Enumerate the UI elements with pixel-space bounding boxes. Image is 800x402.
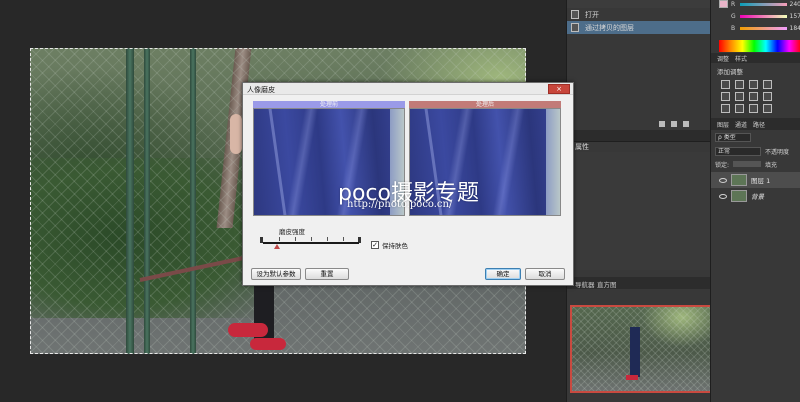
levels-icon[interactable]	[735, 80, 744, 89]
color-layers-panel: R 240 G 157 B 184 调整 样式 添加调整 图层 通道 路径 ρ …	[710, 0, 800, 402]
thumb-fence	[572, 307, 710, 391]
invert-icon[interactable]	[721, 104, 730, 113]
thumb-shoe	[626, 375, 638, 380]
channel-label: B	[731, 24, 736, 32]
fill-label: 填充	[765, 161, 778, 169]
slider-thumb[interactable]	[274, 244, 281, 249]
vibrance-icon[interactable]	[721, 92, 730, 101]
channel-value[interactable]: 184	[790, 25, 800, 32]
tab-histogram[interactable]: 直方图	[597, 279, 617, 289]
dialog-title: 人像磨皮	[247, 86, 275, 94]
preview-after-label: 处理后	[409, 101, 561, 108]
channel-value[interactable]: 157	[790, 13, 800, 20]
set-default-button[interactable]: 设为默认参数	[251, 268, 301, 280]
adjustment-icons-row	[721, 80, 772, 89]
tab-adjustments[interactable]: 调整	[717, 54, 729, 63]
new-snapshot-icon[interactable]	[659, 121, 665, 127]
portrait-smoothing-dialog: 人像磨皮 × 处理前 处理后 poco摄影专题 http://photo.poc…	[242, 82, 574, 286]
blend-mode-select[interactable]: 正常	[715, 146, 761, 156]
dialog-titlebar[interactable]	[243, 83, 573, 95]
slider-tick	[295, 237, 296, 241]
smoothing-strength-label: 磨皮强度	[279, 228, 305, 236]
layers-tabs: 图层 通道 路径	[711, 118, 800, 130]
tab-navigator[interactable]: 导航器	[575, 279, 595, 289]
keep-skin-checkbox[interactable]: ✓	[371, 241, 379, 249]
history-row-partial[interactable]	[567, 0, 711, 8]
channel-bar[interactable]	[739, 26, 787, 30]
channel-label: R	[731, 0, 736, 8]
opacity-label: 不透明度	[765, 148, 790, 156]
history-item-label: 通过拷贝的图层	[585, 23, 634, 32]
layer-kind-filter[interactable]: ρ 类型	[715, 132, 751, 142]
trash-icon[interactable]	[683, 121, 689, 127]
ok-button[interactable]: 确定	[485, 268, 521, 280]
history-item-open[interactable]: 打开	[567, 8, 711, 21]
hue-saturation-icon[interactable]	[735, 92, 744, 101]
black-white-icon[interactable]	[763, 92, 772, 101]
layer-name[interactable]: 图层 1	[751, 175, 770, 185]
posterize-icon[interactable]	[735, 104, 744, 113]
history-properties-panel: 打开 通过拷贝的图层 属性 导航器 直方图	[566, 0, 712, 402]
color-balance-icon[interactable]	[749, 92, 758, 101]
keep-skin-checkbox-row[interactable]: ✓ 保持肤色	[371, 240, 408, 250]
tab-layers[interactable]: 图层	[717, 120, 729, 129]
brightness-icon[interactable]	[721, 80, 730, 89]
properties-body	[567, 152, 711, 270]
blend-opacity-row: 正常 不透明度	[715, 146, 800, 156]
color-slider-g[interactable]: G 157	[731, 12, 800, 20]
slider-tick	[327, 237, 328, 241]
close-button[interactable]: ×	[548, 84, 570, 94]
layer-name[interactable]: 背景	[751, 191, 764, 201]
color-spectrum[interactable]	[719, 40, 800, 52]
watermark-url: http://photo.poco.cn/	[347, 199, 453, 210]
threshold-icon[interactable]	[749, 104, 758, 113]
adjustments-tabs: 调整 样式	[711, 53, 800, 63]
tab-channels[interactable]: 通道	[735, 120, 747, 129]
layer-thumbnail	[731, 174, 747, 186]
foreground-color-swatch[interactable]	[719, 0, 728, 8]
document-icon	[571, 10, 579, 19]
navigator-thumbnail[interactable]	[570, 305, 712, 393]
color-slider-r[interactable]: R 240	[731, 0, 800, 8]
layer-row-layer1[interactable]: 图层 1	[711, 172, 800, 188]
cancel-button[interactable]: 取消	[525, 268, 565, 280]
reset-button[interactable]: 重置	[305, 268, 349, 280]
keep-skin-label: 保持肤色	[382, 242, 408, 250]
color-slider-b[interactable]: B 184	[731, 24, 800, 32]
channel-bar[interactable]	[739, 2, 787, 6]
channel-value[interactable]: 240	[790, 1, 800, 8]
layer-filter-row: ρ 类型	[715, 132, 800, 142]
thumb-person	[630, 327, 640, 377]
lock-fill-row: 锁定: 填充	[715, 159, 800, 169]
lock-icons[interactable]	[733, 161, 762, 167]
adjustment-icons-row	[721, 92, 772, 101]
history-item-copy-layer[interactable]: 通过拷贝的图层	[567, 21, 711, 34]
exposure-icon[interactable]	[763, 80, 772, 89]
new-document-icon[interactable]	[671, 121, 677, 127]
fabric-fold	[268, 109, 287, 215]
visibility-eye-icon[interactable]	[719, 193, 727, 199]
slider-tick	[343, 237, 344, 241]
slider-tick	[311, 237, 312, 241]
document-icon	[571, 23, 579, 32]
layer-thumbnail	[731, 190, 747, 202]
tab-styles[interactable]: 样式	[735, 54, 747, 63]
fabric-edge	[546, 109, 560, 215]
adjustments-title: 添加调整	[717, 68, 743, 76]
adjustment-icons-row	[721, 104, 772, 113]
channel-label: G	[731, 12, 736, 20]
curves-icon[interactable]	[749, 80, 758, 89]
properties-tab[interactable]: 属性	[575, 142, 589, 152]
channel-bar[interactable]	[739, 14, 787, 18]
preview-before-label: 处理前	[253, 101, 405, 108]
properties-header	[567, 130, 711, 142]
gradient-map-icon[interactable]	[763, 104, 772, 113]
lock-label: 锁定:	[715, 161, 730, 169]
history-item-label: 打开	[585, 10, 599, 19]
tab-paths[interactable]: 路径	[753, 120, 765, 129]
slider-tick	[279, 237, 280, 241]
layer-row-background[interactable]: 背景	[711, 188, 800, 204]
visibility-eye-icon[interactable]	[719, 177, 727, 183]
